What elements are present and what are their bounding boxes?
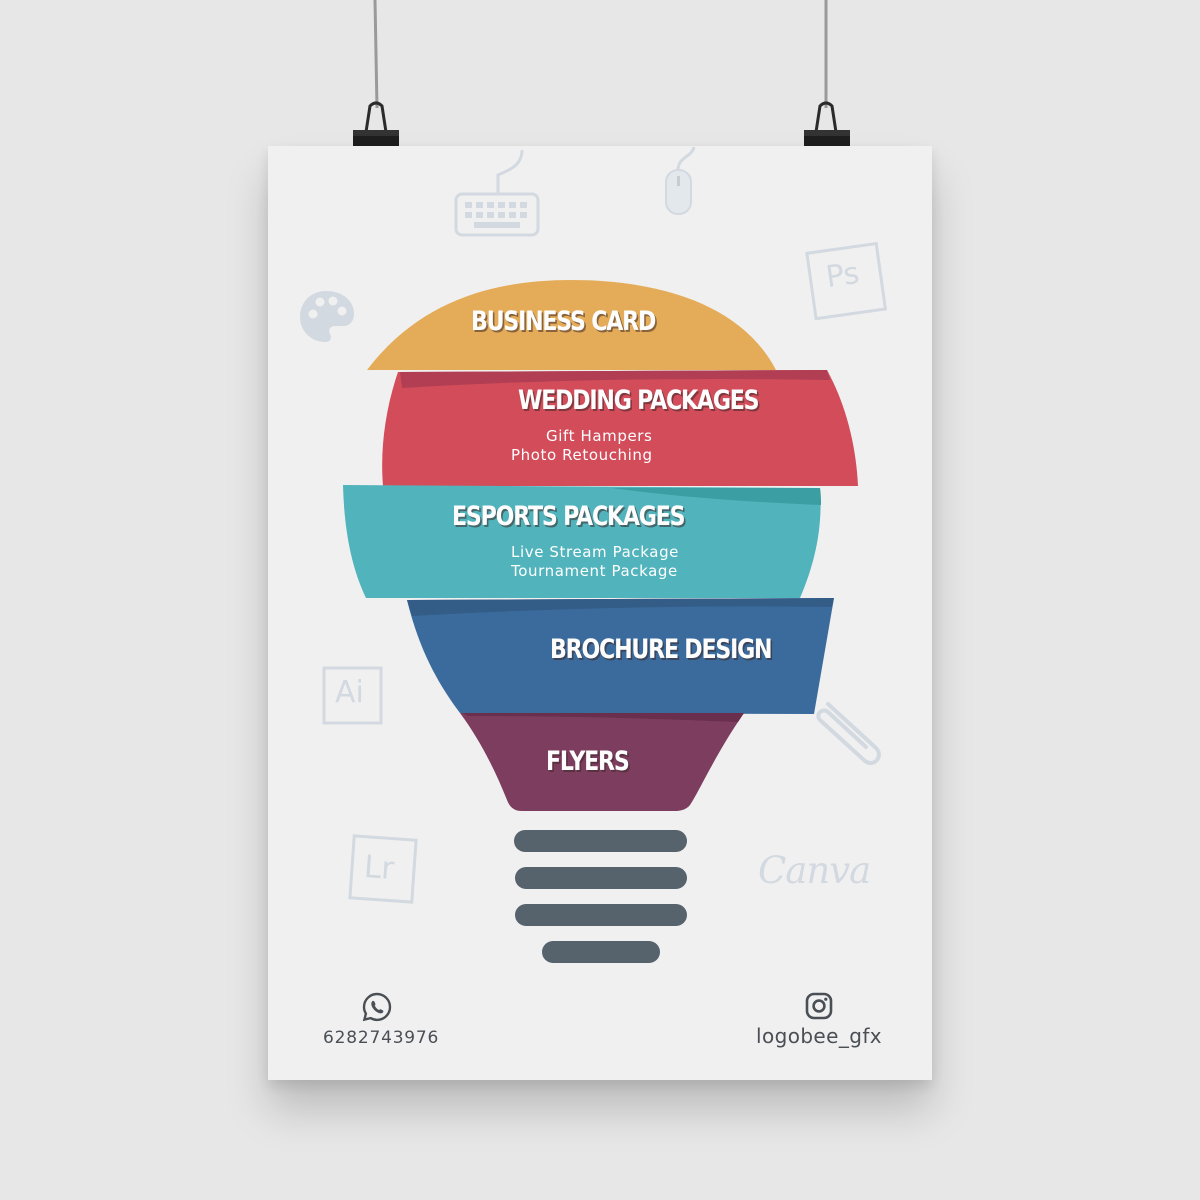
- whatsapp-icon[interactable]: [362, 992, 392, 1022]
- wedding-item: Photo Retouching: [511, 446, 653, 464]
- poster-scene: Ps Ai Lr Canva BUSINESS CARD WEDDING PAC…: [0, 0, 1200, 1200]
- esports-item: Tournament Package: [511, 562, 678, 580]
- esports-item: Live Stream Package: [511, 543, 680, 561]
- wedding-item: Gift Hampers: [546, 427, 653, 445]
- flyers-title: FLYERS: [546, 746, 630, 777]
- instagram-icon[interactable]: [805, 992, 833, 1020]
- wedding-title: WEDDING PACKAGES: [518, 385, 760, 416]
- lightbulb-infographic: [343, 280, 858, 963]
- instagram-handle[interactable]: logobee_gfx: [756, 1024, 882, 1048]
- whatsapp-number[interactable]: 6282743976: [323, 1028, 439, 1048]
- business-card-title: BUSINESS CARD: [471, 306, 656, 337]
- bulb-base: [514, 830, 687, 963]
- brochure-title: BROCHURE DESIGN: [550, 634, 773, 665]
- esports-title: ESPORTS PACKAGES: [452, 501, 686, 532]
